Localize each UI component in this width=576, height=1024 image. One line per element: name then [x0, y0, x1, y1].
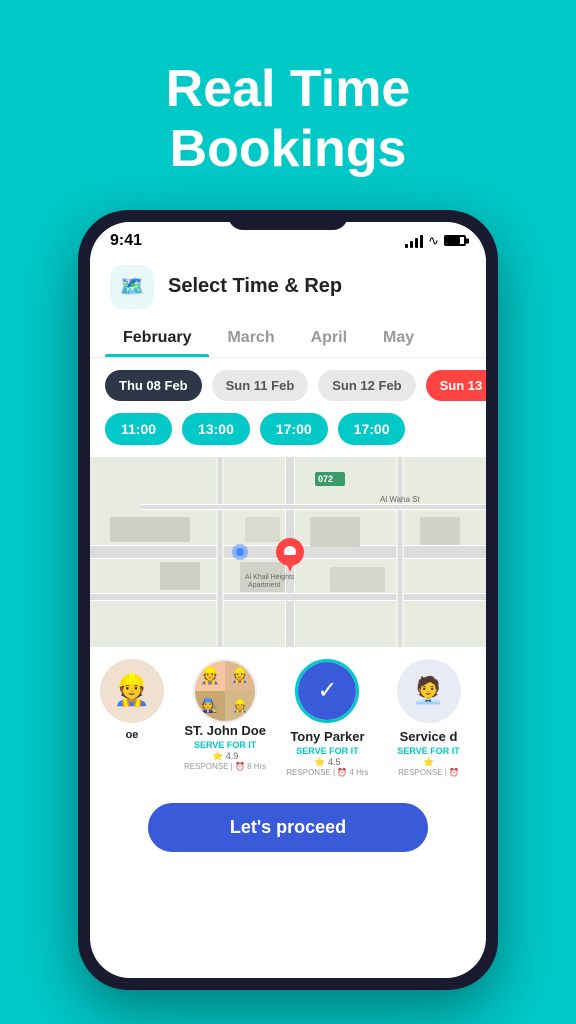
time-chips: 11:00 13:00 17:00 17:00	[90, 413, 486, 457]
rep-avatar-service: 🧑‍💼	[397, 659, 461, 723]
rep-tag-tony: SERVE FOR IT	[296, 746, 358, 756]
date-scroll: Thu 08 Feb Sun 11 Feb Sun 12 Feb Sun 13 …	[90, 358, 486, 413]
proceed-button[interactable]: Let's proceed	[148, 803, 428, 852]
battery-icon	[444, 235, 466, 246]
tab-may[interactable]: May	[365, 319, 432, 357]
time-chip-0[interactable]: 11:00	[105, 413, 172, 445]
checkmark-badge: ✓	[298, 662, 356, 720]
rep-name-partial: oe	[126, 729, 139, 741]
date-chip-3[interactable]: Sun 13 Fe	[426, 370, 486, 401]
tab-february[interactable]: February	[105, 319, 209, 357]
hero-title: Real Time Bookings	[166, 60, 411, 180]
wifi-icon: ∿	[428, 233, 439, 249]
status-icons: ∿	[405, 233, 466, 249]
phone-notch	[228, 210, 348, 230]
phone-screen: 9:41 ∿ 🗺️ Select Time & Rep	[90, 222, 486, 978]
rep-response-tony: RESPONSE | ⏰ 4 Hrs	[286, 768, 368, 777]
phone-frame: 9:41 ∿ 🗺️ Select Time & Rep	[78, 210, 498, 990]
rep-response-stjohn: RESPONSE | ⏰ 8 Hrs	[184, 762, 266, 771]
rep-name-service: Service d	[400, 729, 458, 744]
time-chip-2[interactable]: 17:00	[260, 413, 328, 445]
date-chip-0[interactable]: Thu 08 Feb	[105, 370, 202, 401]
tab-march[interactable]: March	[209, 319, 292, 357]
date-chip-1[interactable]: Sun 11 Feb	[212, 370, 309, 401]
rep-avatar-partial: 👷	[100, 659, 164, 723]
app-title: Select Time & Rep	[168, 275, 342, 298]
rep-rating-service: ⭐	[423, 757, 434, 768]
rep-card-stjohn[interactable]: 👷 👷 🧑‍🔧 👷 ST. John Doe SERVE FOR IT ⭐ 4.…	[174, 659, 276, 777]
rep-card-service[interactable]: 🧑‍💼 Service d SERVE FOR IT ⭐ RESPONSE | …	[379, 659, 479, 777]
map-view[interactable]: Al Khail Heights Apartment Al Waha St 07…	[90, 457, 486, 647]
status-time: 9:41	[110, 232, 142, 250]
rep-rating-stjohn: ⭐ 4.9	[212, 751, 238, 762]
rep-name-stjohn: ST. John Doe	[184, 723, 266, 738]
rep-response-service: RESPONSE | ⏰	[398, 768, 459, 777]
rep-tag-stjohn: SERVE FOR IT	[194, 740, 256, 750]
svg-text:Al Waha St: Al Waha St	[380, 495, 420, 504]
rep-tag-service: SERVE FOR IT	[397, 746, 459, 756]
time-chip-1[interactable]: 13:00	[182, 413, 250, 445]
svg-text:Apartment: Apartment	[248, 582, 280, 589]
rep-rating-tony: ⭐ 4.5	[314, 757, 340, 768]
tab-april[interactable]: April	[293, 319, 365, 357]
reps-section: 👷 oe 👷 👷 🧑‍🔧 👷 ST. John Doe SERVE FOR IT…	[90, 647, 486, 789]
signal-icon	[405, 234, 423, 248]
rep-avatar-tony: ✓	[295, 659, 359, 723]
rep-card-tony[interactable]: ✓ Tony Parker SERVE FOR IT ⭐ 4.5 RESPONS…	[276, 659, 378, 777]
rep-card-partial[interactable]: 👷 oe	[90, 659, 174, 777]
time-chip-3[interactable]: 17:00	[338, 413, 406, 445]
svg-text:Al Khail Heights: Al Khail Heights	[245, 574, 295, 581]
svg-text:072: 072	[318, 474, 333, 484]
app-logo: 🗺️	[110, 265, 154, 309]
rep-avatar-stjohn: 👷 👷 🧑‍🔧 👷	[193, 659, 257, 723]
month-tabs: February March April May	[90, 319, 486, 358]
proceed-section: Let's proceed	[90, 789, 486, 866]
rep-name-tony: Tony Parker	[290, 729, 364, 744]
date-chip-2[interactable]: Sun 12 Feb	[318, 370, 415, 401]
app-header: 🗺️ Select Time & Rep	[90, 255, 486, 319]
